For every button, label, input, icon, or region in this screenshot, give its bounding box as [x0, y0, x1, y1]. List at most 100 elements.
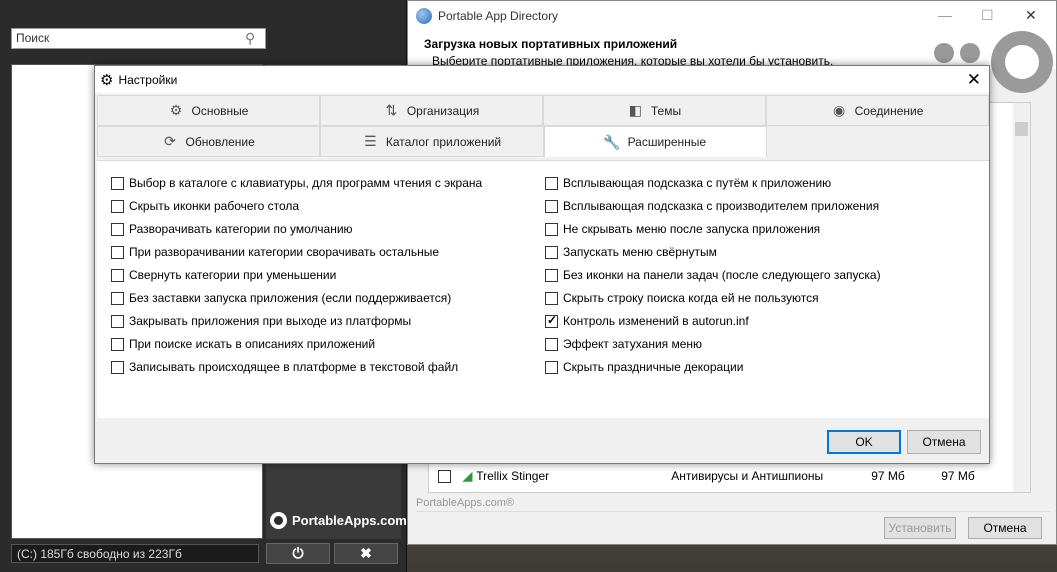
portableapps-big-logo-icon: [991, 31, 1053, 93]
option-checkbox[interactable]: Выбор в каталоге с клавиатуры, для прогр…: [111, 175, 482, 191]
maximize-icon[interactable]: ☐: [981, 7, 994, 24]
directory-titlebar: Portable App Directory: [408, 1, 1056, 31]
option-checkbox[interactable]: Закрывать приложения при выходе из платф…: [111, 313, 411, 329]
tab-advanced[interactable]: 🔧 Расширенные: [543, 126, 767, 157]
tab-general[interactable]: ⚙ Основные: [97, 95, 320, 126]
list-icon: ☰: [364, 133, 377, 149]
checkbox[interactable]: [111, 268, 124, 282]
option-checkbox[interactable]: Без иконки на панели задач (после следую…: [545, 267, 881, 283]
checkbox[interactable]: [111, 176, 124, 190]
option-checkbox[interactable]: Эффект затухания меню: [545, 336, 702, 352]
app-icon: ◢: [463, 469, 473, 483]
portableapps-logo: PortableApps.com: [270, 512, 407, 529]
option-checkbox[interactable]: При поиске искать в описаниях приложений: [111, 336, 375, 352]
directory-heading: Загрузка новых портативных приложений: [424, 37, 678, 51]
checkbox[interactable]: [111, 222, 124, 236]
checkbox[interactable]: [111, 245, 124, 259]
cancel-button[interactable]: Отмена: [907, 430, 981, 454]
install-button[interactable]: Установить: [884, 517, 956, 539]
close-icon[interactable]: ✕: [967, 70, 981, 90]
app-size-2: 97 Мб: [941, 469, 975, 483]
option-checkbox[interactable]: Без заставки запуска приложения (если по…: [111, 290, 451, 306]
tab-label: Расширенные: [627, 135, 707, 149]
ok-button[interactable]: OK: [827, 430, 901, 454]
option-label: Эффект затухания меню: [563, 337, 703, 351]
vertical-scrollbar[interactable]: [1013, 103, 1030, 492]
option-label: Разворачивать категории по умолчанию: [129, 222, 353, 236]
dialog-title: Настройки: [118, 72, 178, 87]
checkbox[interactable]: [545, 222, 558, 236]
checkbox[interactable]: [111, 337, 124, 351]
option-checkbox[interactable]: Контроль изменений в autorun.inf: [545, 313, 749, 329]
option-label: При поиске искать в описаниях приложений: [129, 337, 376, 351]
tab-connection[interactable]: ◉ Соединение: [766, 95, 989, 126]
option-label: Скрыть строку поиска когда ей не пользую…: [563, 291, 819, 305]
option-label: Не скрывать меню после запуска приложени…: [563, 222, 821, 236]
settings-dialog: ⚙ Настройки ✕ ⚙ Основные ⇅ Организация ◧ Те…: [94, 65, 990, 464]
checkbox[interactable]: [545, 199, 558, 213]
checkbox[interactable]: [111, 360, 124, 374]
directory-footer: PortableApps.com®: [416, 497, 514, 509]
tab-organization[interactable]: ⇅ Организация: [320, 95, 543, 126]
option-label: Всплывающая подсказка с путём к приложен…: [563, 176, 832, 190]
scroll-thumb[interactable]: [1015, 122, 1028, 136]
tab-update[interactable]: ⟳ Обновление: [97, 126, 321, 157]
option-label: Контроль изменений в autorun.inf: [563, 314, 749, 328]
power-icon: ⏻: [292, 545, 304, 561]
power-button[interactable]: ⏻: [266, 543, 330, 564]
refresh-icon: ⟳: [164, 133, 176, 149]
option-checkbox[interactable]: Разворачивать категории по умолчанию: [111, 221, 353, 237]
option-checkbox[interactable]: Не скрывать меню после запуска приложени…: [545, 221, 820, 237]
globe-icon: [416, 8, 432, 24]
theme-icon: ◧: [628, 102, 642, 118]
option-checkbox[interactable]: Скрыть праздничные декорации: [545, 359, 743, 375]
checkbox[interactable]: [545, 360, 558, 374]
checkbox[interactable]: [545, 291, 558, 305]
option-checkbox[interactable]: Скрыть строку поиска когда ей не пользую…: [545, 290, 819, 306]
table-row[interactable]: ◢ Trellix Stinger Антивирусы и Антишпион…: [438, 467, 1018, 485]
wrench-icon: 🔧: [603, 133, 621, 150]
checkbox[interactable]: [545, 313, 558, 328]
checkbox[interactable]: [111, 291, 124, 305]
option-checkbox[interactable]: Скрыть иконки рабочего стола: [111, 198, 299, 214]
minimize-icon[interactable]: —: [938, 7, 952, 23]
option-label: Скрыть иконки рабочего стола: [129, 199, 300, 213]
dialog-titlebar: ⚙ Настройки: [95, 66, 989, 93]
option-checkbox[interactable]: При разворачивании категории сворачивать…: [111, 244, 439, 260]
option-checkbox[interactable]: Всплывающая подсказка с путём к приложен…: [545, 175, 831, 191]
directory-cancel-button[interactable]: Отмена: [968, 517, 1042, 539]
search-icon[interactable]: ⚲: [245, 30, 261, 46]
app-name: Trellix Stinger: [476, 469, 550, 483]
tab-label: Организация: [406, 103, 480, 118]
checkbox[interactable]: [545, 245, 558, 259]
globe-small-icon: [934, 43, 954, 63]
tab-label: Основные: [191, 103, 249, 118]
option-checkbox[interactable]: Всплывающая подсказка с производителем п…: [545, 198, 879, 214]
row-checkbox[interactable]: [438, 469, 451, 483]
option-label: Выбор в каталоге с клавиатуры, для прогр…: [129, 176, 483, 190]
search-input[interactable]: Поиск ⚲: [11, 28, 266, 49]
portableapps-logo-icon: [270, 512, 287, 529]
option-checkbox[interactable]: Свернуть категории при уменьшении: [111, 267, 336, 283]
close-window-icon[interactable]: ✕: [1025, 7, 1037, 24]
option-checkbox[interactable]: Запускать меню свёрнутым: [545, 244, 717, 260]
connection-icon: ◉: [833, 102, 846, 118]
tab-app-directory[interactable]: ☰ Каталог приложений: [320, 126, 544, 157]
option-label: Всплывающая подсказка с производителем п…: [563, 199, 880, 213]
checkbox[interactable]: [545, 176, 558, 190]
search-placeholder: Поиск: [16, 31, 50, 45]
checkbox[interactable]: [111, 314, 124, 328]
tab-label: Обновление: [185, 134, 255, 149]
close-launcher-button[interactable]: ✖: [334, 543, 398, 564]
option-checkbox[interactable]: Записывать происходящее в платформе в те…: [111, 359, 458, 375]
app-category: Антивирусы и Антишпионы: [671, 469, 824, 483]
header-small-icons: [934, 43, 980, 63]
tab-row-1: ⚙ Основные ⇅ Организация ◧ Темы ◉ Соединение: [97, 95, 989, 126]
cloud-icon: [960, 43, 980, 63]
checkbox[interactable]: [111, 199, 124, 213]
close-icon: ✖: [360, 545, 372, 561]
checkbox[interactable]: [545, 337, 558, 351]
tab-themes[interactable]: ◧ Темы: [543, 95, 766, 126]
gear-icon: ⚙: [169, 102, 183, 118]
checkbox[interactable]: [545, 268, 558, 282]
